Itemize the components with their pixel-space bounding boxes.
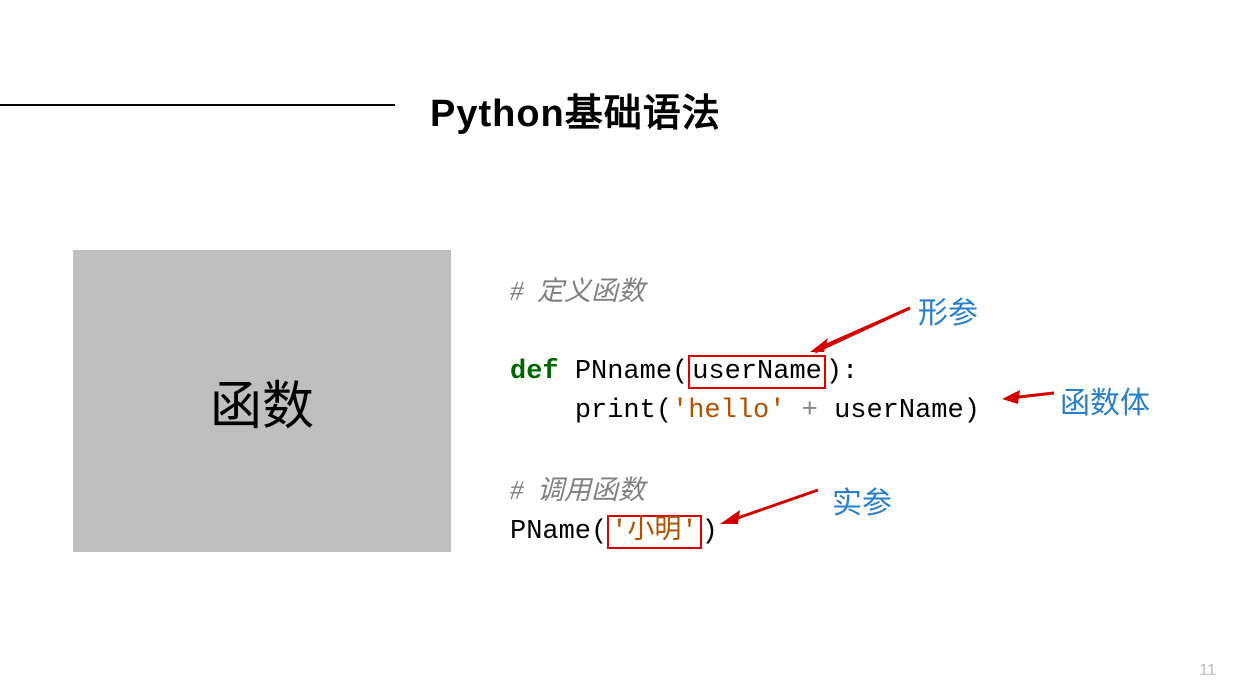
- annotation-actual-param: 实参: [832, 478, 892, 522]
- arrow-formal-param-icon: [810, 290, 920, 360]
- topic-box: 函数: [73, 250, 451, 552]
- code-comment-call: # 调用函数: [510, 475, 645, 505]
- page-number: 11: [1199, 662, 1216, 680]
- header-rule: [0, 104, 395, 106]
- actual-arg-box: '小明': [607, 515, 701, 549]
- topic-label: 函数: [210, 364, 314, 439]
- code-param-ref: userName: [834, 396, 964, 426]
- code-op-plus: +: [785, 396, 834, 426]
- annotation-formal-param: 形参: [918, 288, 978, 332]
- code-arg-value: '小明': [611, 517, 697, 547]
- code-func-def-name: PNname: [575, 357, 672, 387]
- code-param: userName: [692, 357, 822, 387]
- code-func-call-name: PName: [510, 517, 591, 547]
- slide-title: Python基础语法: [430, 82, 721, 137]
- code-comment-define: # 定义函数: [510, 276, 645, 306]
- code-print: print: [575, 396, 656, 426]
- arrow-actual-param-icon: [718, 478, 828, 528]
- arrow-function-body-icon: [1002, 378, 1062, 408]
- annotation-function-body: 函数体: [1060, 378, 1150, 422]
- code-string-hello: 'hello': [672, 396, 785, 426]
- code-keyword-def: def: [510, 357, 559, 387]
- formal-param-box: userName: [688, 355, 826, 389]
